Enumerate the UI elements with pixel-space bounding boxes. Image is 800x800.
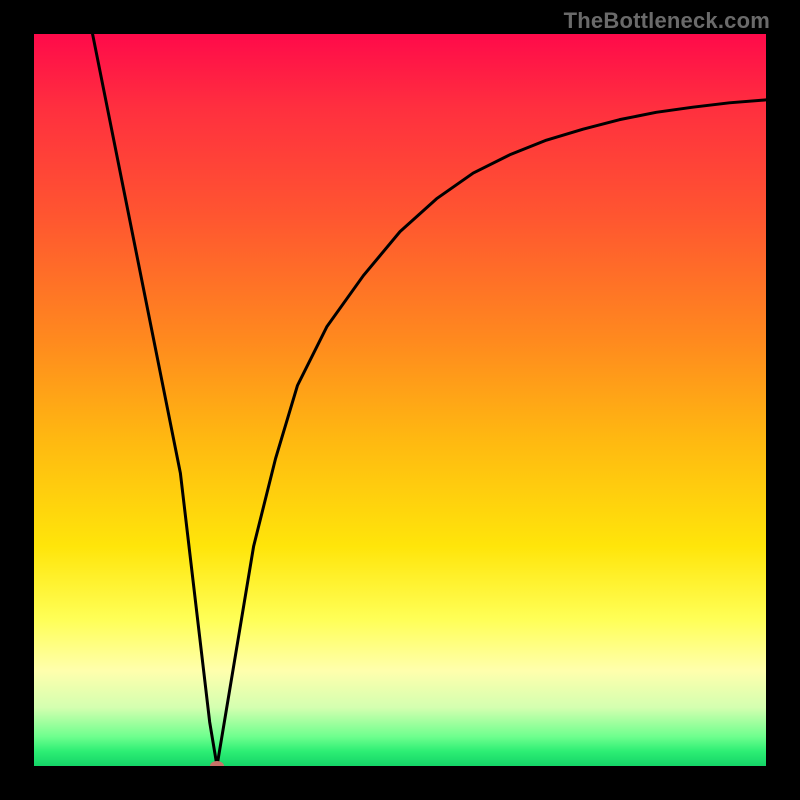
minimum-marker [210,761,224,766]
plot-area [34,34,766,766]
chart-frame: TheBottleneck.com [0,0,800,800]
bottleneck-curve [93,34,766,766]
watermark-text: TheBottleneck.com [564,8,770,34]
curve-svg [34,34,766,766]
